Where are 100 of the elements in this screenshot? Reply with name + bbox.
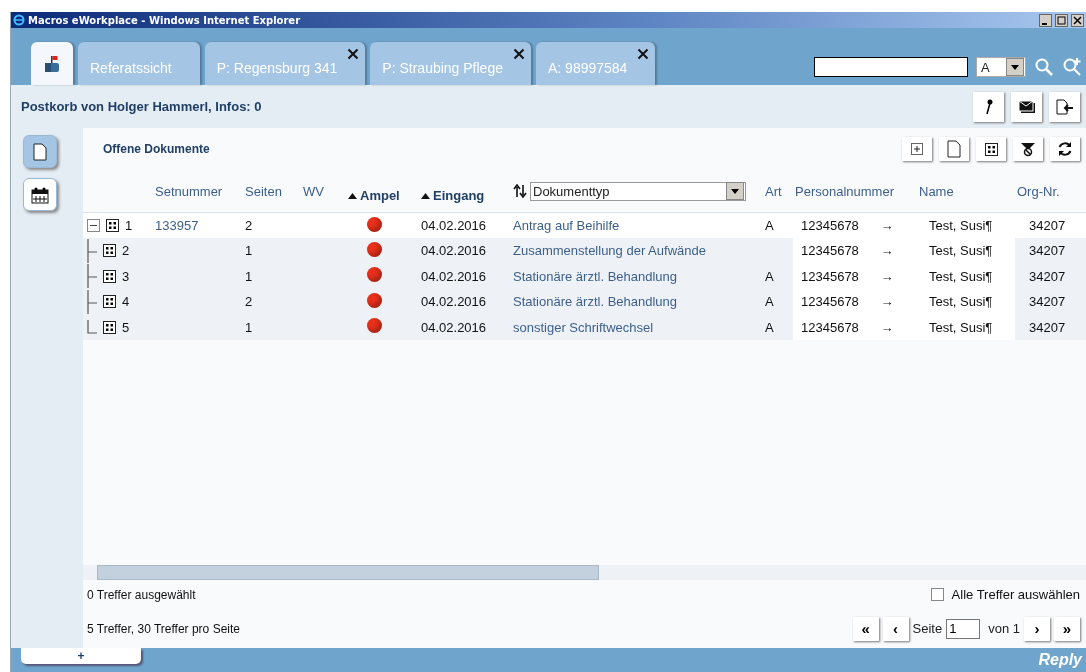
logout-icon bbox=[1055, 98, 1074, 115]
page-label: Seite bbox=[912, 621, 943, 637]
previous-page-button[interactable]: ‹ bbox=[882, 616, 909, 641]
pin-icon bbox=[983, 98, 994, 115]
document-type-link[interactable]: sonstiger Schriftwechsel bbox=[513, 319, 654, 335]
row-number: 2 bbox=[122, 243, 130, 259]
document-type-dropdown[interactable]: Dokumenttyp bbox=[530, 181, 746, 201]
type-code: A bbox=[765, 268, 774, 284]
grid-icon bbox=[103, 244, 116, 258]
tree-connector bbox=[87, 289, 97, 314]
search-field[interactable] bbox=[814, 57, 968, 77]
org-number-cell: 34207 bbox=[1015, 289, 1086, 315]
document-type-link[interactable]: Stationäre ärztl. Behandlung bbox=[513, 268, 678, 284]
row-number: 5 bbox=[122, 319, 130, 335]
tree-connector bbox=[87, 264, 97, 289]
calendar-icon bbox=[31, 185, 49, 204]
document-type-link[interactable]: Zusammenstellung der Aufwände bbox=[513, 243, 706, 259]
close-icon[interactable] bbox=[347, 48, 360, 60]
column-header[interactable]: WV bbox=[303, 183, 324, 199]
select-all-label[interactable]: Alle Treffer auswählen bbox=[951, 587, 1080, 603]
mail-icon bbox=[1017, 99, 1036, 114]
arrow-link[interactable]: → bbox=[880, 268, 894, 284]
person-name: Test, Susi¶ bbox=[929, 243, 993, 259]
column-header[interactable]: Setnummer bbox=[155, 183, 223, 199]
row-number: 4 bbox=[122, 294, 130, 310]
set-number-link[interactable]: 133957 bbox=[155, 218, 199, 233]
grid-icon bbox=[103, 269, 116, 283]
sort-up-icon bbox=[348, 193, 357, 200]
arrow-link[interactable]: → bbox=[880, 294, 894, 310]
panel-title: Offene Dokumente bbox=[103, 142, 211, 156]
grid-icon bbox=[106, 219, 119, 232]
window-title: Macros eWorkplace - Windows Internet Explorer bbox=[28, 14, 302, 26]
grid-icon bbox=[103, 295, 116, 309]
page-input[interactable]: 1 bbox=[946, 618, 981, 639]
minimize-icon[interactable] bbox=[1039, 13, 1052, 27]
select-all-checkbox[interactable] bbox=[930, 588, 944, 602]
last-page-button[interactable]: » bbox=[1054, 616, 1080, 641]
org-number-cell: 34207 bbox=[1015, 212, 1086, 238]
maximize-icon[interactable] bbox=[1055, 13, 1068, 27]
person-name: Test, Susi¶ bbox=[929, 319, 993, 335]
document-type-link[interactable]: Stationäre ärztl. Behandlung bbox=[513, 294, 678, 310]
received-date: 04.02.2016 bbox=[421, 294, 487, 310]
close-icon[interactable] bbox=[637, 48, 650, 60]
result-summary: 5 Treffer, 30 Treffer pro Seite bbox=[87, 621, 240, 636]
filter-off-icon bbox=[1020, 141, 1036, 157]
table-row[interactable]: 4 2 04.02.2016 Stationäre ärztl. Behandlung A 12345678 → Test, Susi¶ 34207 bbox=[83, 289, 1086, 315]
next-page-button[interactable]: › bbox=[1024, 616, 1050, 641]
column-header[interactable]: Eingang bbox=[433, 187, 485, 203]
refresh-button[interactable] bbox=[1050, 137, 1080, 161]
column-header[interactable]: Ampel bbox=[360, 187, 400, 203]
search-icon[interactable] bbox=[1034, 57, 1054, 77]
grid-button[interactable] bbox=[976, 137, 1006, 161]
expand-all-button[interactable] bbox=[902, 137, 932, 161]
row-number: 1 bbox=[125, 218, 133, 233]
person-name: Test, Susi¶ bbox=[929, 294, 993, 310]
horizontal-scrollbar[interactable] bbox=[83, 565, 1086, 580]
close-icon[interactable] bbox=[513, 48, 525, 60]
type-code: A bbox=[765, 294, 774, 310]
scope-dropdown[interactable]: A bbox=[976, 57, 1026, 77]
personnel-number: 12345678 bbox=[801, 243, 859, 259]
column-header[interactable]: Seiten bbox=[245, 183, 282, 199]
mail-button[interactable] bbox=[1011, 91, 1042, 122]
org-number-cell: 34207 bbox=[1015, 238, 1086, 264]
arrow-link[interactable]: → bbox=[880, 319, 894, 335]
caret-icon bbox=[726, 182, 744, 200]
type-code: A bbox=[765, 319, 774, 335]
personnel-number: 12345678 bbox=[801, 294, 859, 310]
documents-button[interactable] bbox=[23, 135, 57, 168]
tree-connector bbox=[87, 320, 97, 335]
page-total: von 1 bbox=[988, 621, 1020, 637]
column-header[interactable]: Art bbox=[765, 183, 782, 199]
arrow-link[interactable]: → bbox=[880, 243, 894, 259]
org-number-cell: 34207 bbox=[1015, 263, 1086, 289]
calendar-button[interactable] bbox=[23, 178, 57, 211]
logout-button[interactable] bbox=[1049, 91, 1080, 122]
received-date: 04.02.2016 bbox=[421, 319, 487, 335]
document-icon bbox=[33, 142, 47, 161]
arrow-link[interactable]: → bbox=[880, 218, 894, 233]
document-type-link[interactable]: Antrag auf Beihilfe bbox=[513, 218, 620, 233]
close-icon[interactable] bbox=[1071, 13, 1084, 27]
table-row[interactable]: 5 1 04.02.2016 sonstiger Schriftwechsel A 12345678 → Test, Susi¶ 34207 bbox=[83, 314, 1086, 340]
new-document-button[interactable] bbox=[939, 137, 969, 161]
column-header[interactable]: Personalnummer bbox=[795, 183, 894, 199]
home-tab[interactable] bbox=[31, 42, 73, 85]
table-row[interactable]: 3 1 04.02.2016 Stationäre ärztl. Behandlung A 12345678 → Test, Susi¶ 34207 bbox=[83, 263, 1086, 289]
add-tab-button[interactable]: + bbox=[21, 648, 141, 664]
received-date: 04.02.2016 bbox=[421, 243, 487, 259]
personnel-number: 12345678 bbox=[801, 218, 859, 233]
refresh-icon bbox=[1057, 141, 1073, 157]
vendor-logo: Reply bbox=[1038, 651, 1082, 669]
clear-filter-button[interactable] bbox=[1013, 137, 1043, 161]
pin-button[interactable] bbox=[973, 91, 1004, 122]
column-header[interactable]: Name bbox=[919, 183, 954, 199]
column-header[interactable]: Org-Nr. bbox=[1017, 183, 1060, 199]
personnel-number: 12345678 bbox=[801, 319, 859, 335]
collapse-icon[interactable] bbox=[87, 219, 100, 232]
grid-icon bbox=[984, 142, 998, 156]
zoom-in-icon[interactable] bbox=[1062, 57, 1082, 77]
first-page-button[interactable]: « bbox=[852, 616, 879, 641]
table-row[interactable]: 2 1 04.02.2016 Zusammenstellung der Aufwände 12345678 → Test, Susi¶ 34207 bbox=[83, 238, 1086, 264]
